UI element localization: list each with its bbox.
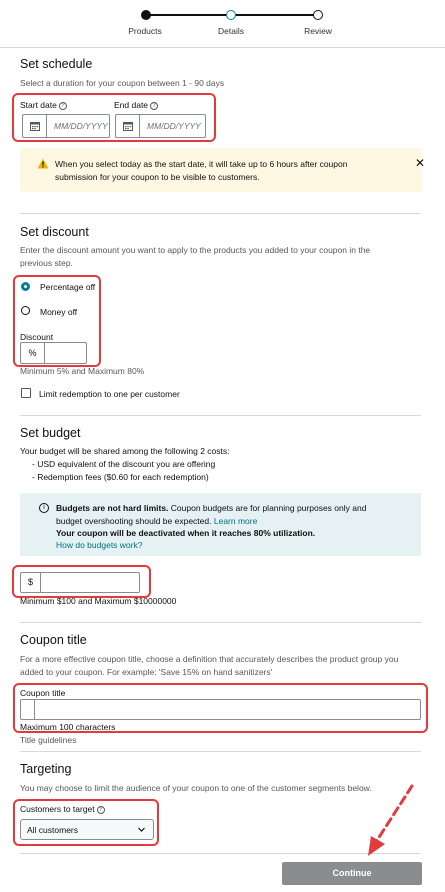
annotation-highlight-budget <box>12 565 151 598</box>
step-details-label: Details <box>218 26 244 36</box>
budget-hint: Minimum $100 and Maximum $10000000 <box>20 596 177 606</box>
how-budgets-work-link[interactable]: How do budgets work? <box>56 540 142 550</box>
budget-info-line-2: budget overshooting should be expected. … <box>56 516 258 526</box>
section-divider <box>20 622 421 623</box>
discount-hint: Minimum 5% and Maximum 80% <box>20 366 145 376</box>
step-review-dot <box>313 10 323 20</box>
warning-icon <box>37 158 49 169</box>
limit-redemption-label[interactable]: Limit redemption to one per customer <box>39 389 180 399</box>
step-products-dot <box>141 10 151 20</box>
discount-heading: Set discount <box>20 225 89 239</box>
learn-more-link[interactable]: Learn more <box>214 516 257 526</box>
annotation-highlight-dates <box>12 93 216 142</box>
annotation-arrow <box>368 784 414 856</box>
annotation-highlight-targeting <box>13 799 159 846</box>
alert-message: When you select today as the start date,… <box>55 159 348 182</box>
annotation-highlight-title <box>13 683 428 733</box>
discount-description-2: previous step. <box>20 258 73 268</box>
start-date-alert: When you select today as the start date,… <box>20 148 425 192</box>
schedule-heading: Set schedule <box>20 57 93 71</box>
stepper-line-remaining <box>231 14 317 16</box>
budget-info-box: i Budgets are not hard limits. Coupon bu… <box>20 493 421 556</box>
continue-button[interactable]: Continue <box>282 862 422 885</box>
budget-description: Your budget will be shared among the fol… <box>20 446 230 456</box>
coupon-title-description-2: added to your coupon. For example: 'Save… <box>20 667 273 677</box>
coupon-title-heading: Coupon title <box>20 633 87 647</box>
limit-redemption-checkbox[interactable] <box>21 388 31 398</box>
step-products-label: Products <box>128 26 162 36</box>
budget-cost-2: - Redemption fees ($0.60 for each redemp… <box>32 472 209 482</box>
targeting-description: You may choose to limit the audience of … <box>20 783 372 793</box>
title-guidelines-link[interactable]: Title guidelines <box>20 735 76 745</box>
coupon-title-description-1: For a more effective coupon title, choos… <box>20 654 399 664</box>
budget-heading: Set budget <box>20 426 81 440</box>
info-icon: i <box>39 503 49 513</box>
section-divider <box>20 415 421 416</box>
progress-stepper: Products Details Review <box>0 0 445 48</box>
section-divider <box>20 213 421 214</box>
discount-description-1: Enter the discount amount you want to ap… <box>20 245 371 255</box>
budget-cost-1: - USD equivalent of the discount you are… <box>32 459 216 469</box>
targeting-heading: Targeting <box>20 762 72 776</box>
stepper-divider <box>0 47 445 48</box>
budget-info-line-1: Budgets are not hard limits. Coupon budg… <box>56 503 367 513</box>
step-review-label: Review <box>304 26 332 36</box>
close-icon[interactable]: ✕ <box>415 156 425 170</box>
schedule-description: Select a duration for your coupon betwee… <box>20 78 225 88</box>
step-details-dot <box>226 10 236 20</box>
stepper-line-completed <box>147 14 231 16</box>
annotation-highlight-discount <box>13 275 101 367</box>
section-divider <box>20 751 421 752</box>
budget-info-line-3: Your coupon will be deactivated when it … <box>56 528 316 538</box>
